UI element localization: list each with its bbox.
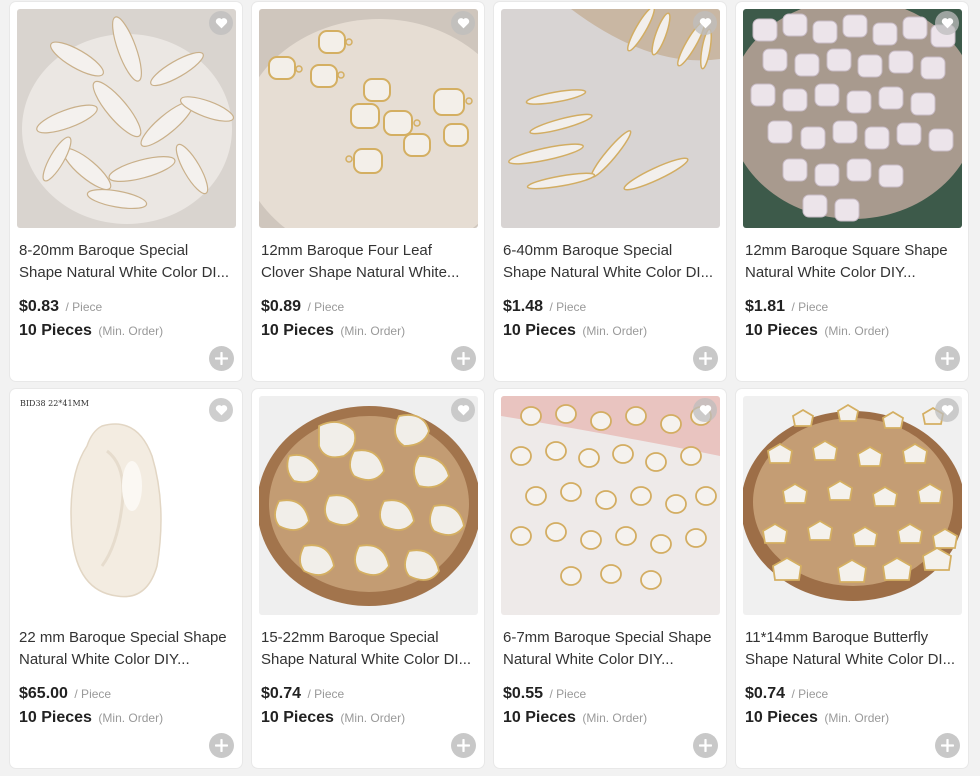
min-order-row: 10 Pieces (Min. Order) bbox=[19, 322, 163, 340]
product-title[interactable]: 11*14mm Baroque Butterfly Shape Natural … bbox=[745, 627, 961, 671]
product-title[interactable]: 6-40mm Baroque Special Shape Natural Whi… bbox=[503, 240, 719, 284]
min-order-quantity: 10 Pieces bbox=[503, 709, 576, 726]
price-unit: / Piece bbox=[791, 687, 829, 701]
favorite-heart-icon[interactable] bbox=[693, 398, 717, 422]
add-to-list-plus-icon[interactable] bbox=[935, 346, 960, 371]
min-order-quantity: 10 Pieces bbox=[19, 709, 92, 726]
favorite-heart-icon[interactable] bbox=[451, 11, 475, 35]
product-image[interactable] bbox=[501, 9, 720, 228]
product-image[interactable] bbox=[17, 9, 236, 228]
price-unit: / Piece bbox=[74, 687, 112, 701]
favorite-heart-icon[interactable] bbox=[935, 398, 959, 422]
price-row: $1.81 / Piece bbox=[745, 298, 828, 316]
product-card[interactable]: 12mm Baroque Four Leaf Clover Shape Natu… bbox=[252, 2, 484, 381]
product-card[interactable]: BID38 22*41MM 22 mm Baroque Special Shap… bbox=[10, 389, 242, 768]
product-grid: 8-20mm Baroque Special Shape Natural Whi… bbox=[0, 0, 980, 776]
min-order-label: (Min. Order) bbox=[98, 324, 164, 338]
product-price: $0.74 bbox=[745, 685, 786, 702]
min-order-row: 10 Pieces (Min. Order) bbox=[503, 322, 647, 340]
product-card[interactable]: 12mm Baroque Square Shape Natural White … bbox=[736, 2, 968, 381]
product-price: $1.48 bbox=[503, 298, 544, 315]
product-image[interactable] bbox=[259, 9, 478, 228]
image-watermark: BID38 22*41MM bbox=[20, 399, 89, 408]
price-row: $65.00 / Piece bbox=[19, 685, 111, 703]
add-to-list-plus-icon[interactable] bbox=[693, 733, 718, 758]
product-title[interactable]: 8-20mm Baroque Special Shape Natural Whi… bbox=[19, 240, 235, 284]
price-row: $0.55 / Piece bbox=[503, 685, 586, 703]
min-order-row: 10 Pieces (Min. Order) bbox=[503, 709, 647, 727]
product-title[interactable]: 6-7mm Baroque Special Shape Natural Whit… bbox=[503, 627, 719, 671]
min-order-label: (Min. Order) bbox=[98, 711, 164, 725]
product-card[interactable]: 15-22mm Baroque Special Shape Natural Wh… bbox=[252, 389, 484, 768]
price-unit: / Piece bbox=[791, 300, 829, 314]
min-order-label: (Min. Order) bbox=[340, 711, 406, 725]
price-unit: / Piece bbox=[307, 687, 345, 701]
product-card[interactable]: 6-7mm Baroque Special Shape Natural Whit… bbox=[494, 389, 726, 768]
product-card[interactable]: 11*14mm Baroque Butterfly Shape Natural … bbox=[736, 389, 968, 768]
min-order-row: 10 Pieces (Min. Order) bbox=[745, 322, 889, 340]
product-price: $0.89 bbox=[261, 298, 302, 315]
price-unit: / Piece bbox=[307, 300, 345, 314]
min-order-row: 10 Pieces (Min. Order) bbox=[261, 322, 405, 340]
price-row: $1.48 / Piece bbox=[503, 298, 586, 316]
add-to-list-plus-icon[interactable] bbox=[935, 733, 960, 758]
product-title[interactable]: 12mm Baroque Square Shape Natural White … bbox=[745, 240, 961, 284]
product-title[interactable]: 15-22mm Baroque Special Shape Natural Wh… bbox=[261, 627, 477, 671]
min-order-label: (Min. Order) bbox=[824, 711, 890, 725]
favorite-heart-icon[interactable] bbox=[451, 398, 475, 422]
product-image[interactable] bbox=[743, 396, 962, 615]
price-row: $0.83 / Piece bbox=[19, 298, 102, 316]
product-price: $0.74 bbox=[261, 685, 302, 702]
min-order-quantity: 10 Pieces bbox=[261, 322, 334, 339]
min-order-row: 10 Pieces (Min. Order) bbox=[261, 709, 405, 727]
min-order-quantity: 10 Pieces bbox=[261, 709, 334, 726]
add-to-list-plus-icon[interactable] bbox=[209, 733, 234, 758]
min-order-label: (Min. Order) bbox=[340, 324, 406, 338]
price-unit: / Piece bbox=[549, 300, 587, 314]
product-card[interactable]: 6-40mm Baroque Special Shape Natural Whi… bbox=[494, 2, 726, 381]
product-price: $65.00 bbox=[19, 685, 68, 702]
min-order-label: (Min. Order) bbox=[582, 324, 648, 338]
favorite-heart-icon[interactable] bbox=[693, 11, 717, 35]
favorite-heart-icon[interactable] bbox=[209, 398, 233, 422]
price-unit: / Piece bbox=[65, 300, 103, 314]
min-order-quantity: 10 Pieces bbox=[745, 322, 818, 339]
min-order-label: (Min. Order) bbox=[582, 711, 648, 725]
min-order-row: 10 Pieces (Min. Order) bbox=[745, 709, 889, 727]
product-image[interactable]: BID38 22*41MM bbox=[17, 396, 236, 615]
favorite-heart-icon[interactable] bbox=[209, 11, 233, 35]
price-row: $0.89 / Piece bbox=[261, 298, 344, 316]
min-order-quantity: 10 Pieces bbox=[745, 709, 818, 726]
favorite-heart-icon[interactable] bbox=[935, 11, 959, 35]
price-row: $0.74 / Piece bbox=[745, 685, 828, 703]
product-price: $1.81 bbox=[745, 298, 786, 315]
product-image[interactable] bbox=[743, 9, 962, 228]
add-to-list-plus-icon[interactable] bbox=[451, 346, 476, 371]
product-image[interactable] bbox=[259, 396, 478, 615]
product-price: $0.55 bbox=[503, 685, 544, 702]
min-order-label: (Min. Order) bbox=[824, 324, 890, 338]
min-order-quantity: 10 Pieces bbox=[503, 322, 576, 339]
min-order-quantity: 10 Pieces bbox=[19, 322, 92, 339]
min-order-row: 10 Pieces (Min. Order) bbox=[19, 709, 163, 727]
product-image[interactable] bbox=[501, 396, 720, 615]
price-row: $0.74 / Piece bbox=[261, 685, 344, 703]
product-title[interactable]: 12mm Baroque Four Leaf Clover Shape Natu… bbox=[261, 240, 477, 284]
price-unit: / Piece bbox=[549, 687, 587, 701]
add-to-list-plus-icon[interactable] bbox=[693, 346, 718, 371]
add-to-list-plus-icon[interactable] bbox=[451, 733, 476, 758]
product-price: $0.83 bbox=[19, 298, 60, 315]
product-card[interactable]: 8-20mm Baroque Special Shape Natural Whi… bbox=[10, 2, 242, 381]
add-to-list-plus-icon[interactable] bbox=[209, 346, 234, 371]
product-title[interactable]: 22 mm Baroque Special Shape Natural Whit… bbox=[19, 627, 235, 671]
